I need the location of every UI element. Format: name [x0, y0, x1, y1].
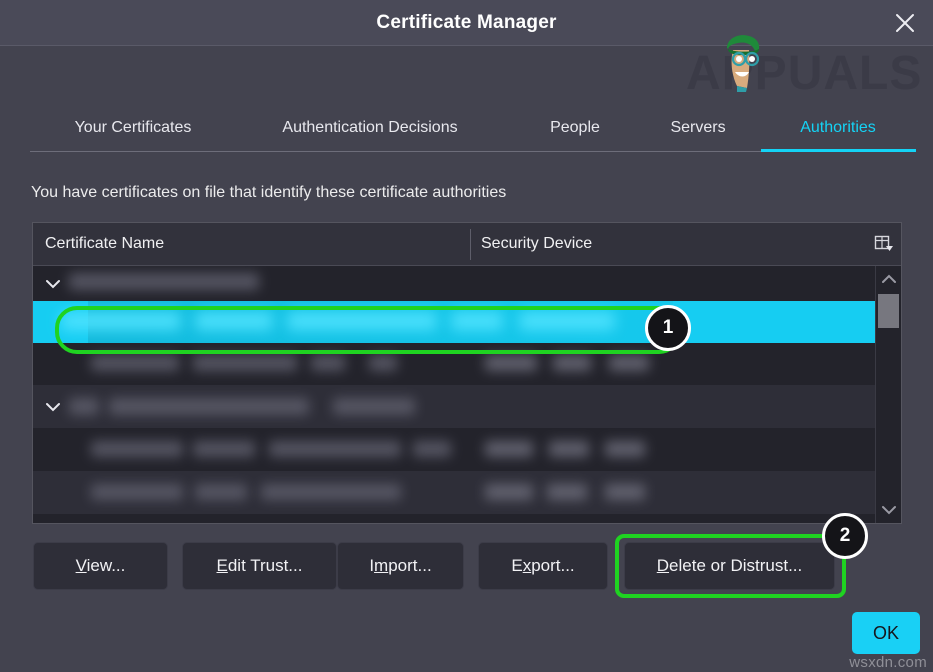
row-name-redacted [369, 355, 397, 371]
tab-your-certificates[interactable]: Your Certificates [44, 105, 222, 151]
row-name-redacted [91, 441, 183, 457]
table-row[interactable] [33, 428, 901, 471]
row-name-redacted [311, 355, 345, 371]
row-name-redacted [195, 484, 247, 500]
edit-trust-button-label: Edit Trust... [217, 556, 303, 576]
table-scrollbar[interactable] [875, 266, 901, 523]
column-header-security-device[interactable]: Security Device [481, 223, 801, 265]
row-name-redacted [193, 355, 297, 371]
page-description: You have certificates on file that ident… [31, 184, 506, 202]
row-device-redacted [605, 441, 645, 457]
export-button-label: Export... [511, 556, 574, 576]
view-button-label: View... [76, 556, 126, 576]
footer-watermark: wsxdn.com [849, 654, 927, 671]
row-device-redacted [485, 484, 533, 500]
tab-authorities[interactable]: Authorities [762, 105, 914, 151]
table-row[interactable] [33, 266, 901, 301]
row-name-redacted [91, 355, 179, 371]
row-name-redacted [193, 441, 255, 457]
chevron-down-icon[interactable] [876, 497, 901, 523]
row-name-redacted [69, 273, 259, 290]
certificate-table: Certificate Name Security Device [32, 222, 902, 524]
tab-authentication-decisions[interactable]: Authentication Decisions [246, 105, 494, 151]
title-bar: Certificate Manager [0, 0, 933, 46]
row-name-redacted [269, 441, 401, 457]
chevron-down-icon[interactable] [43, 274, 63, 294]
ok-button[interactable]: OK [852, 612, 920, 654]
column-header-certificate-name[interactable]: Certificate Name [45, 223, 445, 265]
appuals-watermark: APPUALS [686, 38, 896, 98]
export-button[interactable]: Export... [478, 542, 608, 590]
table-header: Certificate Name Security Device [33, 223, 901, 266]
tab-people[interactable]: People [522, 105, 628, 151]
close-icon[interactable] [885, 6, 925, 40]
row-name-redacted [333, 398, 415, 415]
row-device-redacted [549, 441, 589, 457]
view-button[interactable]: View... [33, 542, 168, 590]
row-device-redacted [609, 355, 649, 371]
scrollbar-thumb[interactable] [878, 294, 899, 328]
table-row[interactable] [33, 343, 901, 385]
import-button-label: Import... [369, 556, 431, 576]
row-device-redacted [605, 484, 645, 500]
edit-trust-button[interactable]: Edit Trust... [182, 542, 337, 590]
row-device-redacted [553, 355, 591, 371]
watermark-brand-text: APPUALS [686, 46, 922, 101]
chevron-down-icon[interactable] [43, 397, 63, 417]
row-name-redacted [91, 484, 183, 500]
window-title: Certificate Manager [0, 0, 933, 45]
tab-bar: Your Certificates Authentication Decisio… [0, 105, 933, 153]
row-device-redacted [485, 355, 537, 371]
table-row[interactable] [33, 471, 901, 514]
active-tab-indicator [761, 149, 916, 152]
row-name-redacted [69, 398, 99, 415]
table-row[interactable] [33, 385, 901, 428]
delete-or-distrust-button-label: Delete or Distrust... [657, 556, 803, 576]
column-picker-icon[interactable] [871, 232, 897, 256]
row-name-redacted [413, 441, 451, 457]
row-name-redacted [261, 484, 401, 500]
column-divider[interactable] [470, 229, 471, 260]
row-name-redacted [109, 398, 309, 415]
row-device-redacted [547, 484, 587, 500]
delete-or-distrust-button[interactable]: Delete or Distrust... [624, 542, 835, 590]
row-name-redacted [33, 301, 673, 343]
import-button[interactable]: Import... [337, 542, 464, 590]
tab-servers[interactable]: Servers [646, 105, 750, 151]
table-body[interactable] [33, 266, 901, 523]
chevron-up-icon[interactable] [876, 266, 901, 292]
row-device-redacted [485, 441, 533, 457]
table-row-selected[interactable] [33, 301, 901, 343]
